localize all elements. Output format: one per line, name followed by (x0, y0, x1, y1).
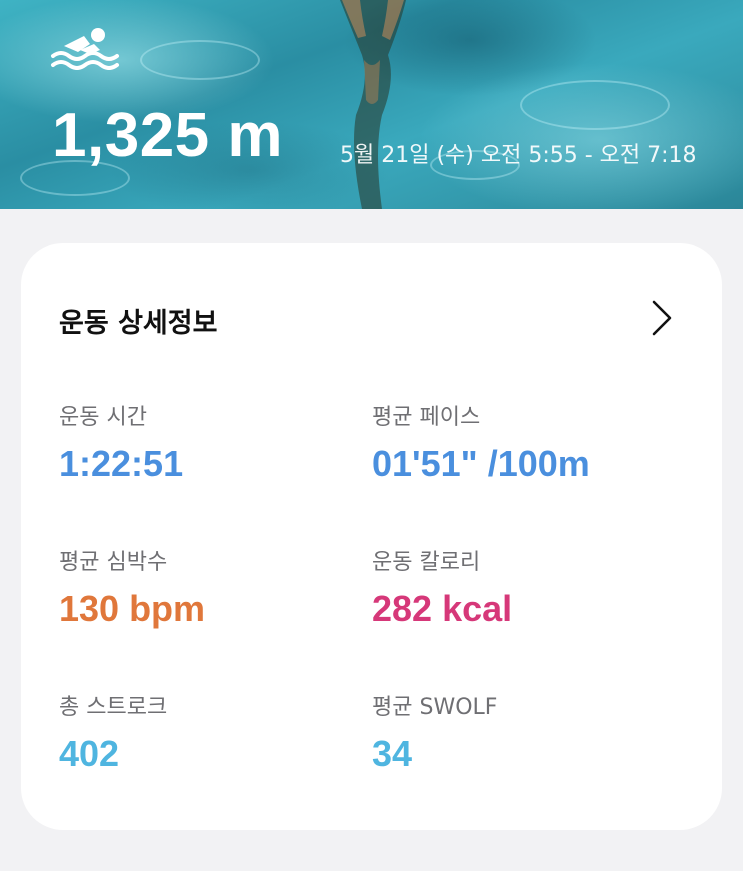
stat-workout-time: 운동 시간 1:22:51 (59, 399, 183, 485)
stat-total-strokes: 총 스트로크 402 (59, 689, 167, 775)
swimming-icon (51, 28, 119, 70)
card-title: 운동 상세정보 (59, 308, 218, 339)
stat-average-heart-rate: 평균 심박수 130 bpm (59, 544, 205, 630)
workout-details-card[interactable]: 운동 상세정보 운동 시간 1:22:51 평균 페이스 01'51" /100… (21, 243, 722, 830)
total-distance: 1,325 m (52, 101, 284, 170)
stat-value: 34 (372, 733, 413, 774)
workout-date-range: 5월 21일 (수) 오전 5:55 - 오전 7:18 (340, 143, 697, 168)
stat-label: 운동 칼로리 (372, 550, 481, 575)
stat-value: 1:22:51 (59, 443, 184, 484)
water-ripple (140, 40, 260, 80)
stat-label: 평균 심박수 (59, 550, 168, 575)
stat-label: 운동 시간 (59, 405, 147, 430)
stat-label: 총 스트로크 (59, 695, 168, 720)
stat-value: 130 bpm (59, 588, 206, 629)
stat-label: 평균 SWOLF (372, 695, 498, 720)
stat-average-swolf: 평균 SWOLF 34 (372, 689, 497, 775)
header-pool-photo: 1,325 m 5월 21일 (수) 오전 5:55 - 오전 7:18 (0, 0, 743, 209)
swimmer-photo-shape (340, 0, 406, 209)
stat-value: 402 (59, 733, 120, 774)
chevron-right-icon[interactable] (646, 298, 676, 338)
stat-average-pace: 평균 페이스 01'51" /100m (372, 399, 590, 485)
stat-label: 평균 페이스 (372, 405, 481, 430)
stat-calories: 운동 칼로리 282 kcal (372, 544, 512, 630)
stat-value: 282 kcal (372, 588, 513, 629)
water-ripple (520, 80, 670, 130)
stat-value: 01'51" /100m (372, 443, 590, 484)
